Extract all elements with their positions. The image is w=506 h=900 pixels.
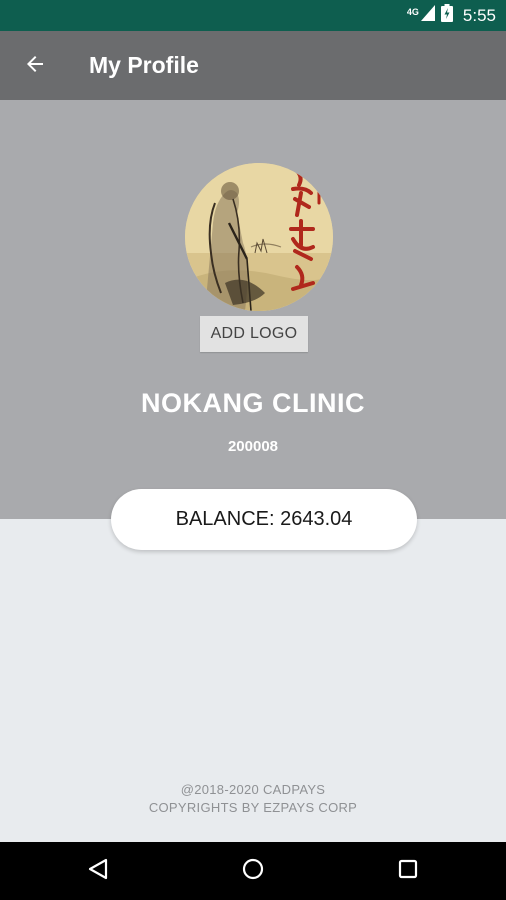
- profile-screen: 4G 5:55 My Profile ADD LOGO NOKANG CLINI…: [0, 0, 506, 900]
- balance-text: BALANCE: 2643.04: [175, 508, 353, 530]
- clinic-logo-avatar[interactable]: [185, 163, 333, 311]
- clinic-id: 200008: [227, 438, 279, 455]
- system-nav-bar: [0, 842, 506, 900]
- page-title: My Profile: [89, 52, 199, 78]
- footer-copyright-owner: COPYRIGHTS BY EZPAYS CORP: [148, 800, 358, 815]
- status-icons: 4G 5:55: [407, 0, 496, 31]
- app-bar: My Profile: [0, 31, 506, 100]
- clinic-name: NOKANG CLINIC: [141, 388, 365, 418]
- balance-card: BALANCE: 2643.04: [111, 489, 417, 550]
- nav-recents-button[interactable]: [388, 851, 428, 891]
- home-circle-icon: [242, 858, 264, 885]
- nav-back-button[interactable]: [78, 851, 118, 891]
- clinic-logo-image: [185, 163, 333, 311]
- battery-icon: [440, 4, 453, 27]
- footer-copyright-years: @2018-2020 CADPAYS: [180, 782, 326, 797]
- back-triangle-icon: [87, 858, 109, 885]
- network-type-label: 4G: [406, 6, 419, 17]
- recents-square-icon: [398, 859, 418, 884]
- add-logo-button[interactable]: ADD LOGO: [200, 316, 308, 352]
- clock: 5:55: [462, 5, 496, 25]
- signal-icon: [420, 5, 435, 26]
- nav-home-button[interactable]: [233, 851, 273, 891]
- back-button[interactable]: [14, 45, 56, 87]
- arrow-back-icon: [23, 52, 47, 81]
- status-bar: 4G 5:55: [0, 0, 506, 31]
